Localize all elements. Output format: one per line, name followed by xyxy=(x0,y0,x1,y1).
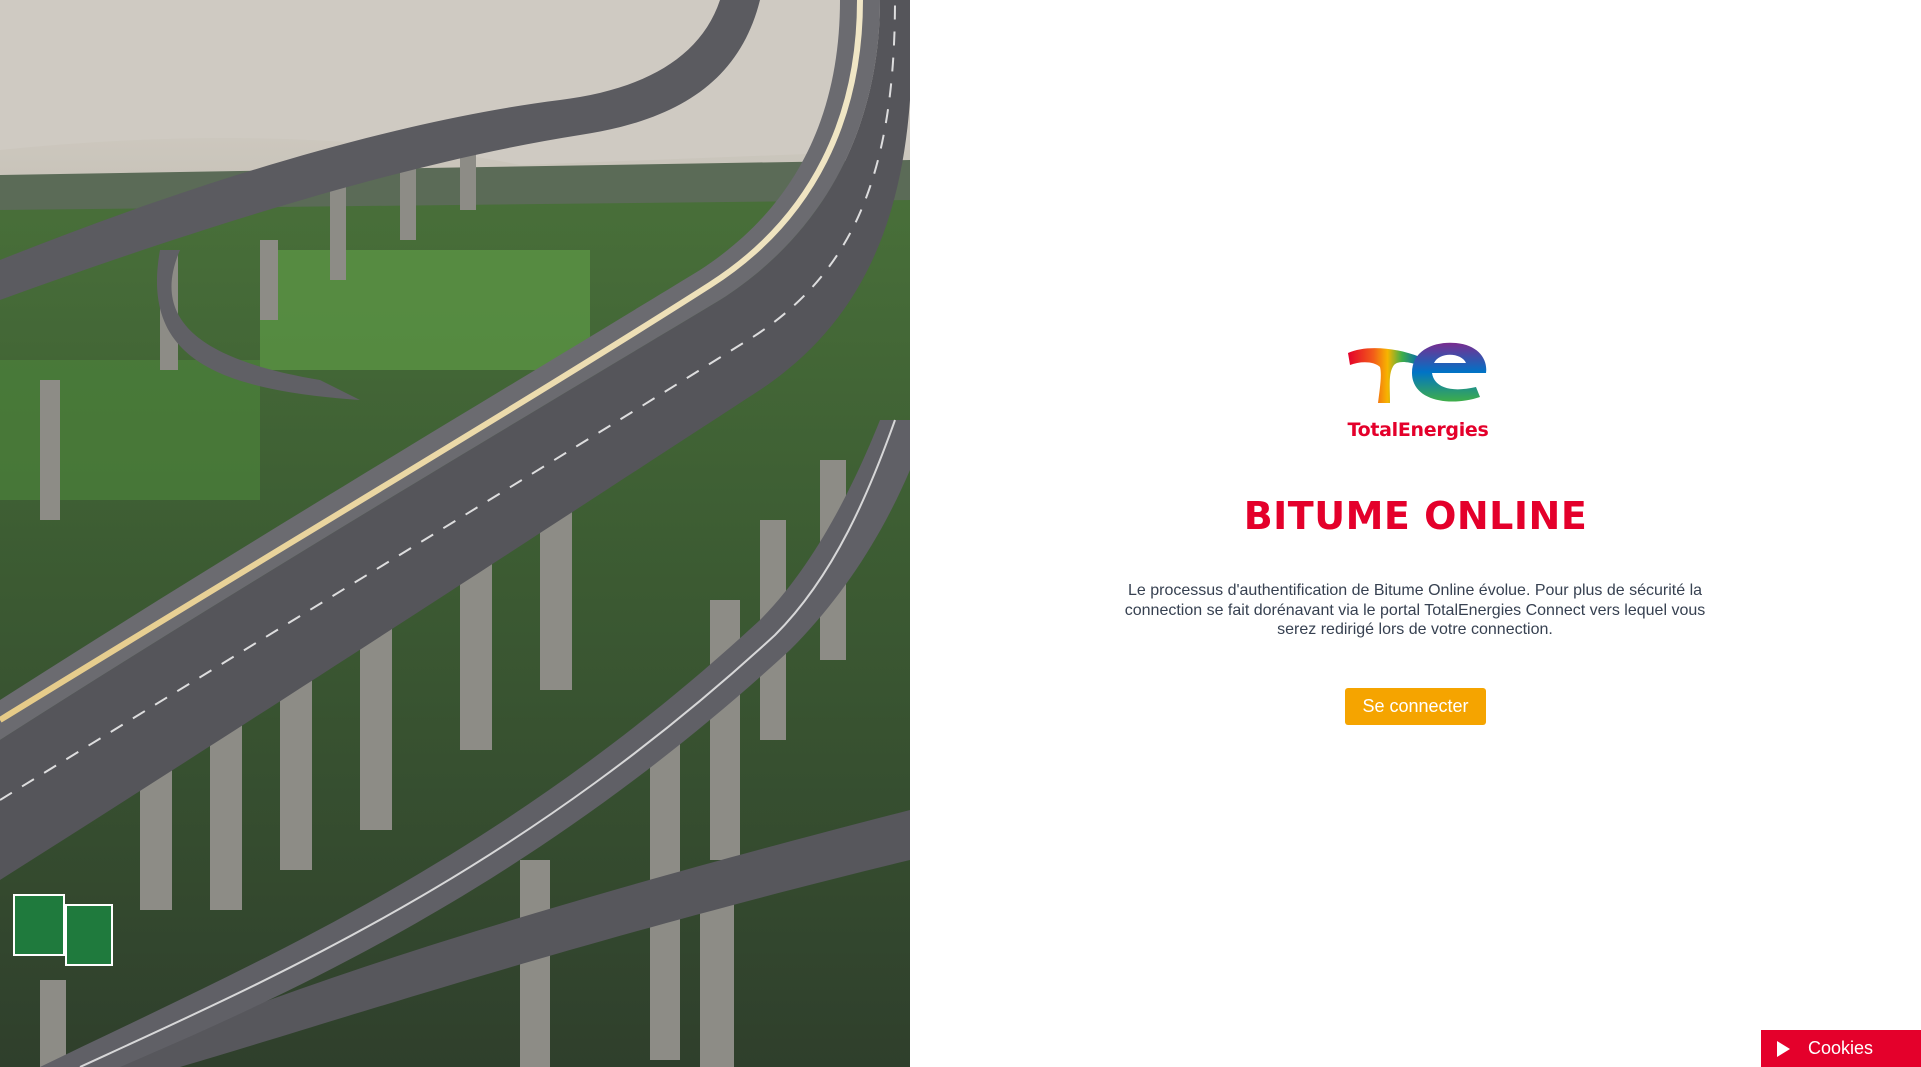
totalenergies-logo-icon xyxy=(1348,342,1487,403)
login-panel: TotalEnergies BITUME ONLINE Le processus… xyxy=(910,0,1921,1067)
cookies-label: Cookies xyxy=(1808,1038,1874,1058)
page-title: BITUME ONLINE xyxy=(1243,494,1588,538)
hero-image xyxy=(0,0,910,1067)
brand-name: TotalEnergies xyxy=(1347,419,1489,441)
play-icon xyxy=(1777,1040,1790,1057)
cookies-button[interactable]: Cookies xyxy=(1761,1030,1921,1067)
intro-text: Le processus d'authentification de Bitum… xyxy=(1124,582,1706,638)
login-page: TotalEnergies BITUME ONLINE Le processus… xyxy=(0,0,1921,1067)
brand-logo: TotalEnergies xyxy=(1340,335,1496,447)
connect-button[interactable]: Se connecter xyxy=(1345,688,1486,725)
